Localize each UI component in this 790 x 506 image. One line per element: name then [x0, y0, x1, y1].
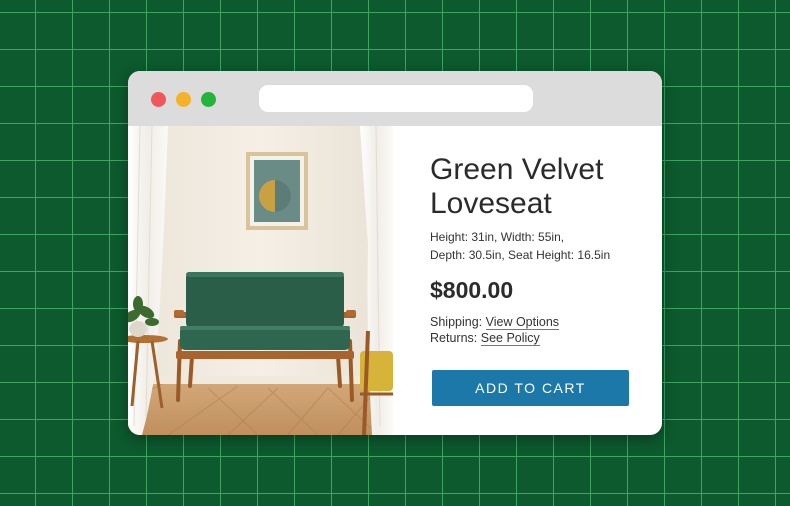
add-to-cart-button[interactable]: ADD TO CART [432, 370, 629, 406]
see-return-policy-link[interactable]: See Policy [480, 331, 540, 346]
product-price: $800.00 [430, 277, 514, 303]
shipping-label: Shipping: [430, 315, 483, 329]
view-shipping-options-link[interactable]: View Options [485, 315, 560, 330]
title-bar [128, 71, 662, 126]
address-bar[interactable] [259, 85, 533, 112]
minimize-window-button[interactable] [176, 92, 191, 107]
returns-label: Returns: [430, 331, 478, 345]
dimensions-line-1: Height: 31in, Width: 55in, [430, 230, 565, 244]
maximize-window-button[interactable] [201, 92, 216, 107]
returns-row: Returns: See Policy [430, 330, 559, 346]
product-title-line-1: Green Velvet [430, 153, 604, 186]
loveseat-photo [128, 126, 393, 435]
product-title-line-2: Loveseat [430, 187, 552, 220]
shipping-returns: Shipping: View Options Returns: See Poli… [430, 314, 560, 346]
browser-window: Green Velvet Loveseat Height: 31in, Widt… [128, 71, 662, 435]
close-window-button[interactable] [151, 92, 166, 107]
product-title: Green Velvet Loveseat [430, 153, 603, 221]
shipping-row: Shipping: View Options [430, 314, 560, 330]
dimensions-line-2: Depth: 30.5in, Seat Height: 16.5in [430, 248, 611, 262]
product-dimensions: Height: 31in, Width: 55in, Depth: 30.5in… [430, 228, 650, 264]
product-image [128, 126, 393, 435]
